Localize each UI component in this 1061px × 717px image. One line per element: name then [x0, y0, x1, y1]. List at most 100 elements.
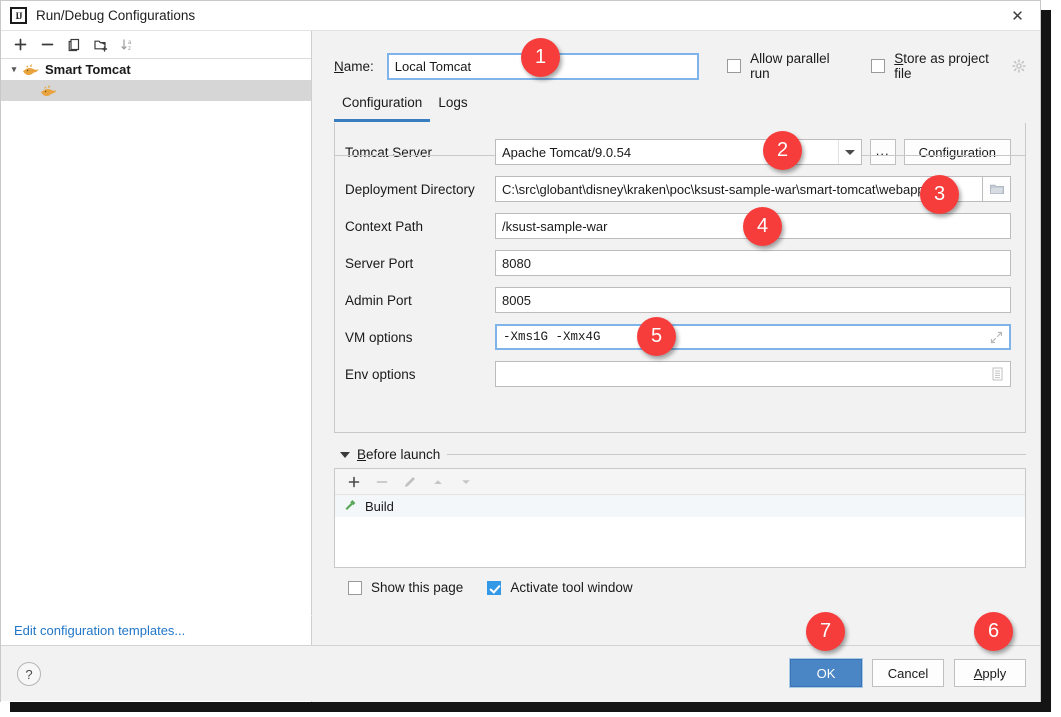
close-icon[interactable]: ✕ [995, 1, 1040, 31]
store-label-rest: tore as project file [894, 51, 989, 81]
before-launch-title: Before launch [357, 447, 440, 462]
before-launch-toolbar [335, 469, 1025, 495]
chevron-down-icon[interactable] [837, 140, 861, 164]
browse-tomcat-server-button[interactable]: ... [869, 139, 896, 165]
run-debug-configurations-dialog: IJ Run/Debug Configurations ✕ a z ▾ Smar… [0, 0, 1041, 702]
remove-before-launch-task-button [369, 471, 395, 493]
folder-add-icon[interactable] [88, 33, 114, 57]
window-title: Run/Debug Configurations [36, 8, 196, 23]
annotation-badge-4: 4 [743, 207, 782, 246]
env-options-field[interactable] [495, 361, 1011, 387]
folder-icon[interactable] [983, 176, 1011, 202]
chevron-down-icon[interactable]: ▾ [7, 64, 21, 75]
tomcat-server-label: Tomcat Server [345, 144, 433, 160]
deployment-directory-row: Deployment Directory C:\src\globant\disn… [345, 176, 1011, 202]
configuration-editor-pane: Name: Allow parallel run Store as projec… [312, 31, 1040, 702]
allow-parallel-run-checkbox[interactable] [727, 59, 742, 73]
context-path-row: Context Path /ksust-sample-war [345, 213, 1011, 239]
tree-item-local-tomcat[interactable] [1, 80, 311, 101]
hammer-icon [343, 497, 358, 515]
sort-az-icon[interactable]: a z [115, 33, 141, 57]
title-bar: IJ Run/Debug Configurations ✕ [1, 1, 1040, 31]
context-path-value: /ksust-sample-war [502, 218, 608, 234]
server-port-field[interactable]: 8080 [495, 250, 1011, 276]
admin-port-row: Admin Port 8005 [345, 287, 1011, 313]
editor-tabs: Configuration Logs [334, 95, 1040, 122]
tab-configuration[interactable]: Configuration [334, 95, 431, 122]
allow-parallel-run-label: Allow parallel run [750, 51, 830, 81]
show-this-page-checkbox[interactable] [348, 580, 362, 595]
server-port-label: Server Port [345, 255, 414, 271]
configurations-sidebar: a z ▾ Smart Tomcat [1, 31, 312, 702]
store-as-project-file-row: Store as project file [871, 51, 1026, 81]
edit-configuration-templates-link[interactable]: Edit configuration templates... [1, 615, 312, 645]
before-launch-title-rest: efore launch [366, 447, 441, 462]
admin-port-value: 8005 [502, 292, 531, 308]
ok-button[interactable]: OK [790, 659, 862, 687]
admin-port-label: Admin Port [345, 292, 412, 308]
apply-label-rest: pply [982, 665, 1007, 681]
tomcat-server-select[interactable]: Apache Tomcat/9.0.54 [495, 139, 862, 165]
env-options-label: Env options [345, 366, 416, 382]
add-before-launch-task-button[interactable] [341, 471, 367, 493]
vm-options-row: VM options -Xms1G -Xmx4G [345, 324, 1011, 350]
footer-buttons: OK Cancel Apply [790, 659, 1026, 687]
gear-icon[interactable] [1012, 59, 1026, 73]
deployment-directory-label: Deployment Directory [345, 181, 475, 197]
arrow-down-icon [453, 471, 479, 493]
tomcat-configuration-button[interactable]: Configuration [903, 139, 1011, 165]
copy-configuration-icon[interactable] [61, 33, 87, 57]
deployment-directory-field[interactable]: C:\src\globant\disney\kraken\poc\ksust-s… [495, 176, 983, 202]
vm-options-label: VM options [345, 329, 413, 345]
env-options-row: Env options [345, 361, 1011, 387]
before-launch-header: Before launch [334, 447, 1026, 462]
before-launch-task-build[interactable]: Build [335, 495, 1025, 517]
activate-tool-window-label: Activate tool window [510, 580, 633, 595]
apply-mnemonic: A [973, 665, 983, 681]
dialog-body: a z ▾ Smart Tomcat Name: Local Tomcat Al… [1, 31, 1040, 702]
deployment-directory-value: C:\src\globant\disney\kraken\poc\ksust-s… [502, 181, 932, 197]
annotation-badge-5: 5 [637, 317, 676, 356]
help-button[interactable]: ? [17, 662, 41, 686]
activate-tool-window-checkbox[interactable] [487, 580, 502, 595]
before-launch-panel: Build [334, 468, 1026, 568]
tomcat-server-row: Tomcat Server Apache Tomcat/9.0.54 ... C… [345, 139, 1011, 165]
annotation-badge-3: 3 [920, 175, 959, 214]
configuration-fields-panel: Tomcat Server Apache Tomcat/9.0.54 ... C… [334, 123, 1026, 433]
name-label-rest: ame: [343, 58, 374, 74]
store-as-project-file-checkbox[interactable] [871, 59, 886, 73]
show-this-page-label: Show this page [371, 580, 464, 595]
tree-item-smart-tomcat[interactable]: ▾ Smart Tomcat [1, 59, 311, 80]
expand-icon[interactable] [989, 330, 1003, 344]
add-configuration-button[interactable] [7, 33, 33, 57]
remove-configuration-button[interactable] [34, 33, 60, 57]
vm-options-value: -Xms1G -Xmx4G [503, 330, 601, 344]
configurations-tree: ▾ Smart Tomcat [1, 59, 311, 702]
allow-parallel-run-row: Allow parallel run [727, 51, 843, 81]
context-path-label: Context Path [345, 218, 424, 234]
arrow-up-icon [425, 471, 451, 493]
collapse-caret-icon[interactable] [340, 451, 350, 458]
annotation-badge-1: 1 [521, 38, 560, 77]
dialog-footer: ? OK Cancel Apply [1, 645, 1040, 701]
annotation-badge-6: 6 [974, 612, 1013, 651]
tomcat-cat-icon [21, 62, 40, 77]
cancel-button[interactable]: Cancel [872, 659, 944, 687]
tab-logs[interactable]: Logs [430, 95, 475, 121]
store-label-mnemonic: S [894, 51, 904, 66]
tomcat-cat-icon [39, 83, 58, 98]
tree-item-label: Smart Tomcat [45, 62, 131, 77]
name-row: Name: Allow parallel run Store as projec… [312, 31, 1040, 85]
svg-text:z: z [128, 46, 131, 52]
sidebar-toolbar: a z [1, 31, 311, 59]
apply-button[interactable]: Apply [954, 659, 1026, 687]
admin-port-field[interactable]: 8005 [495, 287, 1011, 313]
name-label: Name: [334, 59, 374, 74]
tomcat-server-value: Apache Tomcat/9.0.54 [502, 144, 632, 160]
annotation-badge-7: 7 [806, 612, 845, 651]
list-icon[interactable] [990, 367, 1004, 381]
page-root: IJ Run/Debug Configurations ✕ a z ▾ Smar… [0, 0, 1061, 717]
name-label-mnemonic: N [334, 58, 344, 74]
vm-options-field[interactable]: -Xms1G -Xmx4G [495, 324, 1011, 350]
before-launch-options-row: Show this page Activate tool window [348, 580, 1026, 595]
